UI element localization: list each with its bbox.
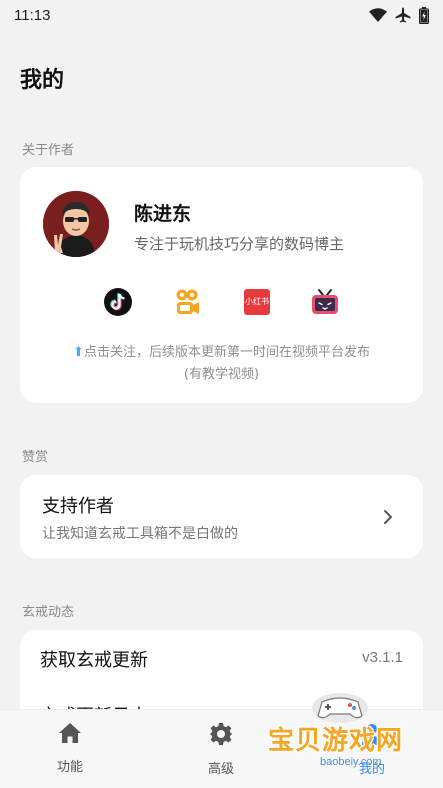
follow-note-line1: 点击关注，后续版本更新第一时间在视频平台发布 bbox=[83, 345, 370, 360]
watermark: 宝贝游戏网 baobeiy.com bbox=[268, 690, 438, 780]
support-title: 支持作者 bbox=[42, 496, 114, 517]
status-time: 11:13 bbox=[14, 6, 51, 24]
chevron-right-icon bbox=[384, 510, 392, 524]
nav-label: 功能 bbox=[56, 760, 83, 775]
watermark-text: 宝贝游戏网 bbox=[268, 726, 404, 756]
xiaohongshu-label: 小红书 bbox=[245, 297, 269, 306]
author-card: 陈进东 专注于玩机技巧分享的数码博主 小红书 ⬆点击关注，后续版本更新第一时间在… bbox=[20, 167, 423, 403]
nav-label: 高级 bbox=[207, 762, 234, 777]
douyin-icon[interactable] bbox=[103, 287, 133, 317]
nav-item-advanced[interactable]: 高级 bbox=[181, 722, 261, 777]
follow-note-line2: (有教学视频) bbox=[183, 367, 260, 382]
bilibili-tv-icon[interactable] bbox=[310, 287, 340, 317]
gamepad-icon bbox=[312, 693, 368, 723]
version-value: v3.1.1 bbox=[362, 649, 403, 666]
author-avatar[interactable] bbox=[43, 191, 109, 257]
kuaishou-icon[interactable] bbox=[172, 287, 202, 317]
update-row-get-update[interactable]: 获取玄戒更新 v3.1.1 bbox=[20, 630, 423, 684]
xiaohongshu-icon[interactable]: 小红书 bbox=[242, 287, 272, 317]
wifi-icon bbox=[369, 8, 387, 22]
avatar-illustration bbox=[43, 191, 109, 257]
status-icons bbox=[369, 6, 429, 24]
up-arrow-icon: ⬆ bbox=[73, 345, 84, 360]
section-label-updates: 玄戒动态 bbox=[22, 605, 75, 620]
section-label-about: 关于作者 bbox=[22, 143, 75, 158]
airplane-icon bbox=[395, 7, 411, 23]
status-bar: 11:13 bbox=[0, 0, 443, 30]
battery-charging-icon bbox=[419, 6, 429, 24]
page-title: 我的 bbox=[20, 68, 65, 93]
watermark-url: baobeiy.com bbox=[320, 756, 382, 768]
author-description: 专注于玩机技巧分享的数码博主 bbox=[134, 235, 345, 253]
support-author-card[interactable]: 支持作者 让我知道玄戒工具箱不是白做的 bbox=[20, 475, 423, 558]
nav-item-features[interactable]: 功能 bbox=[30, 722, 110, 775]
author-name: 陈进东 bbox=[134, 203, 192, 225]
update-row-label: 获取玄戒更新 bbox=[40, 650, 148, 671]
home-icon bbox=[59, 723, 81, 743]
follow-note: ⬆点击关注，后续版本更新第一时间在视频平台发布 (有教学视频) bbox=[20, 342, 423, 386]
support-subtitle: 让我知道玄戒工具箱不是白做的 bbox=[42, 526, 238, 542]
section-label-support: 赞赏 bbox=[22, 450, 49, 465]
gear-icon bbox=[210, 723, 232, 745]
social-links: 小红书 bbox=[20, 287, 423, 321]
